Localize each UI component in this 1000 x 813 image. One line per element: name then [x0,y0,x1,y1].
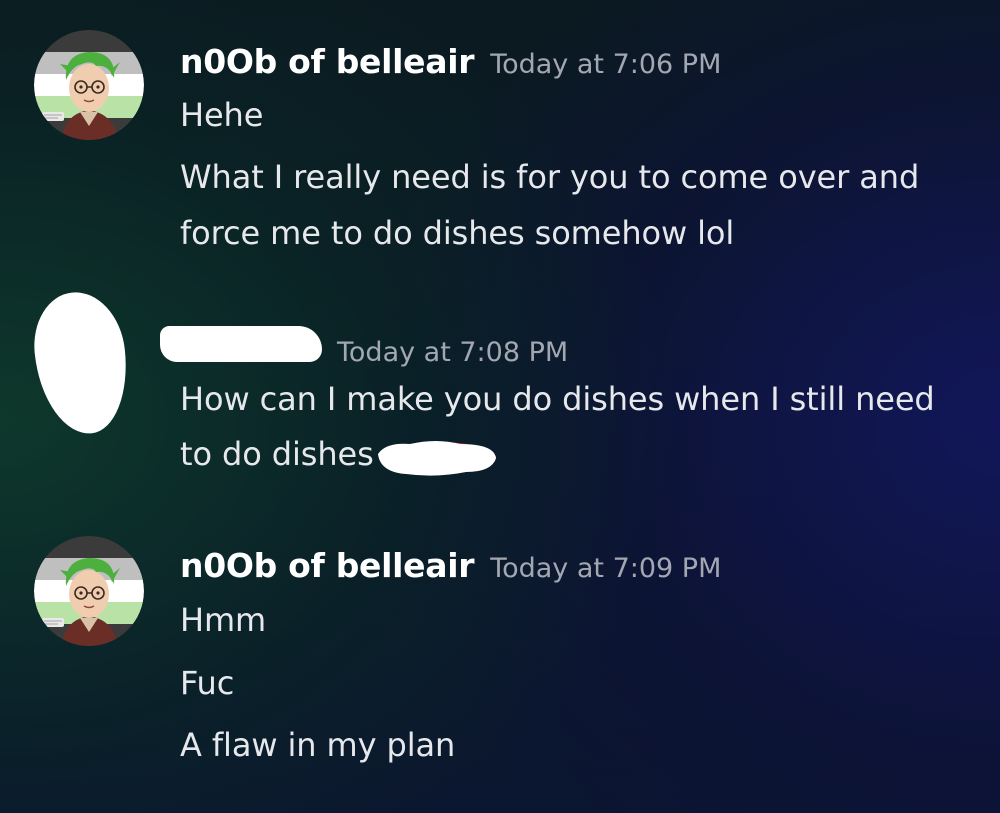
redacted-avatar [28,287,134,439]
username[interactable]: n0Ob of belleair [180,546,475,585]
username[interactable]: n0Ob of belleair [180,42,475,81]
message-text: force me to do dishes somehow lol [180,214,735,252]
message-header: n0Ob of belleair Today at 7:06 PM [180,42,721,81]
timestamp[interactable]: Today at 7:06 PM [490,49,721,80]
message-header: n0Ob of belleair Today at 7:09 PM [180,546,721,585]
avatar[interactable] [34,536,144,646]
message-text: How can I make you do dishes when I stil… [180,380,935,418]
timestamp[interactable]: Today at 7:08 PM [337,337,568,368]
message-text: Hmm [180,601,267,639]
message-text: Fuc [180,664,235,702]
avatar-image [34,536,144,646]
redacted-emoji [378,441,496,476]
redacted-username [160,326,322,362]
message-text: What I really need is for you to come ov… [180,158,920,196]
timestamp[interactable]: Today at 7:09 PM [490,553,721,584]
message-header: Today at 7:08 PM [337,330,568,369]
avatar[interactable] [34,30,144,140]
avatar-image [34,30,144,140]
message-text: A flaw in my plan [180,726,456,764]
message-text: to do dishes [180,435,374,473]
message-text: Hehe [180,96,264,134]
